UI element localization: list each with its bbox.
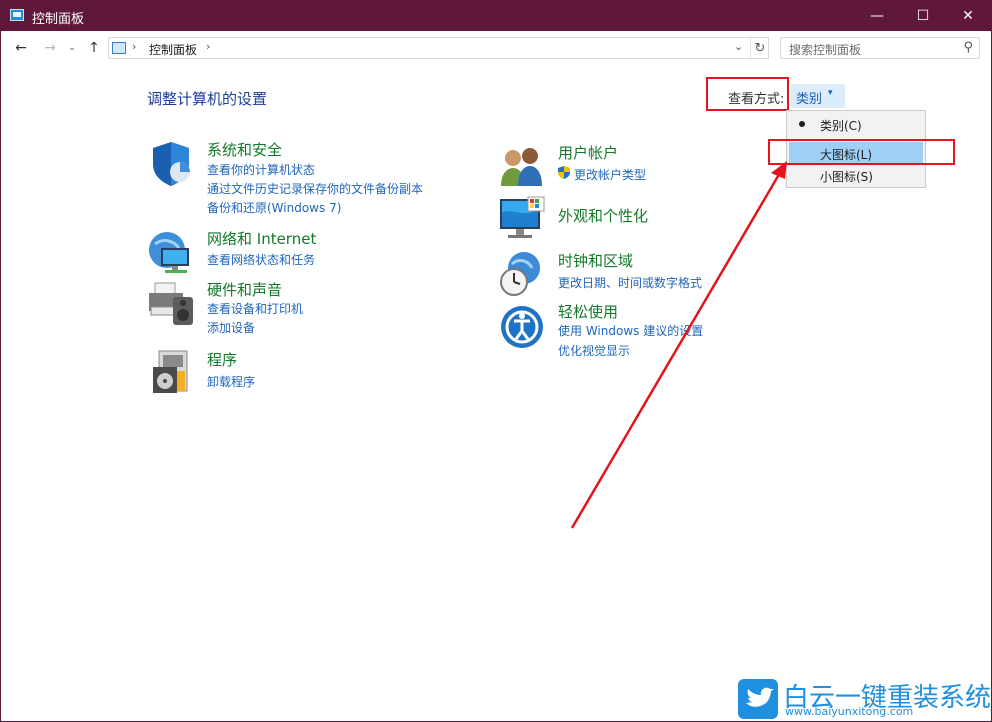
category-user-accounts: 用户帐户 更改帐户类型 (498, 142, 758, 188)
watermark-url: www.baiyunxitong.com (785, 705, 914, 718)
category-title[interactable]: 网络和 Internet (207, 228, 316, 249)
address-dropdown-icon[interactable]: ⌄ (734, 40, 743, 53)
category-title[interactable]: 系统和安全 (207, 139, 282, 160)
category-link[interactable]: 更改帐户类型 (574, 166, 646, 183)
menu-item-category[interactable]: 类别(C) (789, 113, 923, 135)
category-system-security: 系统和安全 查看你的计算机状态 通过文件历史记录保存你的文件备份副本 备份和还原… (147, 139, 447, 219)
control-panel-icon (10, 9, 24, 21)
clock-icon[interactable] (498, 250, 546, 298)
caret-down-icon: ▾ (828, 88, 833, 98)
bird-icon (746, 687, 774, 707)
network-icon[interactable] (147, 228, 195, 276)
breadcrumb-chevron-icon[interactable]: › (206, 40, 210, 53)
search-icon[interactable]: ⚲ (963, 40, 973, 55)
selected-bullet-icon (799, 121, 805, 127)
category-title[interactable]: 外观和个性化 (558, 205, 648, 226)
category-link[interactable]: 添加设备 (207, 319, 255, 336)
address-bar[interactable]: › 控制面板 › ⌄ ↻ (108, 37, 769, 59)
category-title[interactable]: 轻松使用 (558, 301, 618, 322)
close-button[interactable]: ✕ (945, 1, 991, 31)
programs-icon[interactable] (147, 349, 195, 397)
category-title[interactable]: 时钟和区域 (558, 250, 633, 271)
minimize-button[interactable]: — (854, 1, 900, 31)
category-programs: 程序 卸载程序 (147, 349, 447, 397)
printer-icon[interactable] (147, 279, 195, 327)
menu-item-label: 类别(C) (820, 119, 862, 133)
category-ease-of-access: 轻松使用 使用 Windows 建议的设置 优化视觉显示 (498, 301, 758, 361)
view-by-value: 类别 (796, 92, 823, 107)
menu-item-label: 小图标(S) (820, 170, 873, 184)
breadcrumb-control-panel[interactable]: 控制面板 (149, 41, 197, 58)
search-placeholder: 搜索控制面板 (789, 43, 862, 57)
menu-item-small-icons[interactable]: 小图标(S) (789, 164, 923, 186)
category-link[interactable]: 查看网络状态和任务 (207, 251, 315, 268)
window-title: 控制面板 (32, 12, 85, 27)
category-network-internet: 网络和 Internet 查看网络状态和任务 (147, 228, 447, 276)
category-hardware-sound: 硬件和声音 查看设备和打印机 添加设备 (147, 279, 447, 339)
category-title[interactable]: 用户帐户 (558, 142, 618, 163)
control-panel-small-icon (112, 42, 126, 54)
view-by-label: 查看方式: (728, 92, 785, 107)
up-arrow-icon[interactable]: ↑ (85, 39, 103, 57)
watermark-bird-logo (738, 679, 778, 719)
category-clock-region: 时钟和区域 更改日期、时间或数字格式 (498, 250, 758, 298)
category-link[interactable]: 查看你的计算机状态 (207, 161, 315, 178)
maximize-button[interactable]: ☐ (900, 1, 946, 31)
recent-locations-chevron-icon[interactable]: ⌄ (65, 39, 79, 57)
category-link[interactable]: 备份和还原(Windows 7) (207, 199, 341, 216)
view-by-dropdown[interactable]: 类别 ▾ (791, 84, 845, 108)
category-link[interactable]: 使用 Windows 建议的设置 (558, 322, 703, 339)
monitor-icon[interactable] (498, 195, 546, 243)
navigation-bar: ← → ⌄ ↑ › 控制面板 › ⌄ ↻ 搜索控制面板 ⚲ (1, 31, 991, 67)
control-panel-window: 控制面板 — ☐ ✕ ← → ⌄ ↑ › 控制面板 › ⌄ ↻ 搜索控制面板 ⚲… (0, 0, 992, 722)
category-link[interactable]: 更改日期、时间或数字格式 (558, 274, 702, 291)
category-link[interactable]: 通过文件历史记录保存你的文件备份副本 (207, 180, 423, 197)
breadcrumb-separator-icon[interactable]: › (132, 40, 136, 53)
uac-shield-icon (558, 166, 570, 179)
category-title[interactable]: 程序 (207, 349, 237, 370)
category-link[interactable]: 卸载程序 (207, 373, 255, 390)
category-title[interactable]: 硬件和声音 (207, 279, 282, 300)
annotation-highlight-large-icons (768, 139, 955, 165)
category-link[interactable]: 查看设备和打印机 (207, 300, 303, 317)
forward-arrow-icon[interactable]: → (41, 39, 59, 57)
refresh-icon[interactable]: ↻ (750, 38, 769, 58)
category-link[interactable]: 优化视觉显示 (558, 342, 630, 359)
page-title: 调整计算机的设置 (147, 90, 268, 108)
ease-of-access-icon[interactable] (498, 301, 546, 349)
shield-icon[interactable] (147, 139, 195, 187)
category-appearance: 外观和个性化 (498, 195, 758, 243)
search-input[interactable]: 搜索控制面板 ⚲ (780, 37, 980, 59)
users-icon[interactable] (498, 142, 546, 190)
back-arrow-icon[interactable]: ← (12, 39, 30, 57)
title-bar[interactable]: 控制面板 — ☐ ✕ (1, 1, 991, 31)
